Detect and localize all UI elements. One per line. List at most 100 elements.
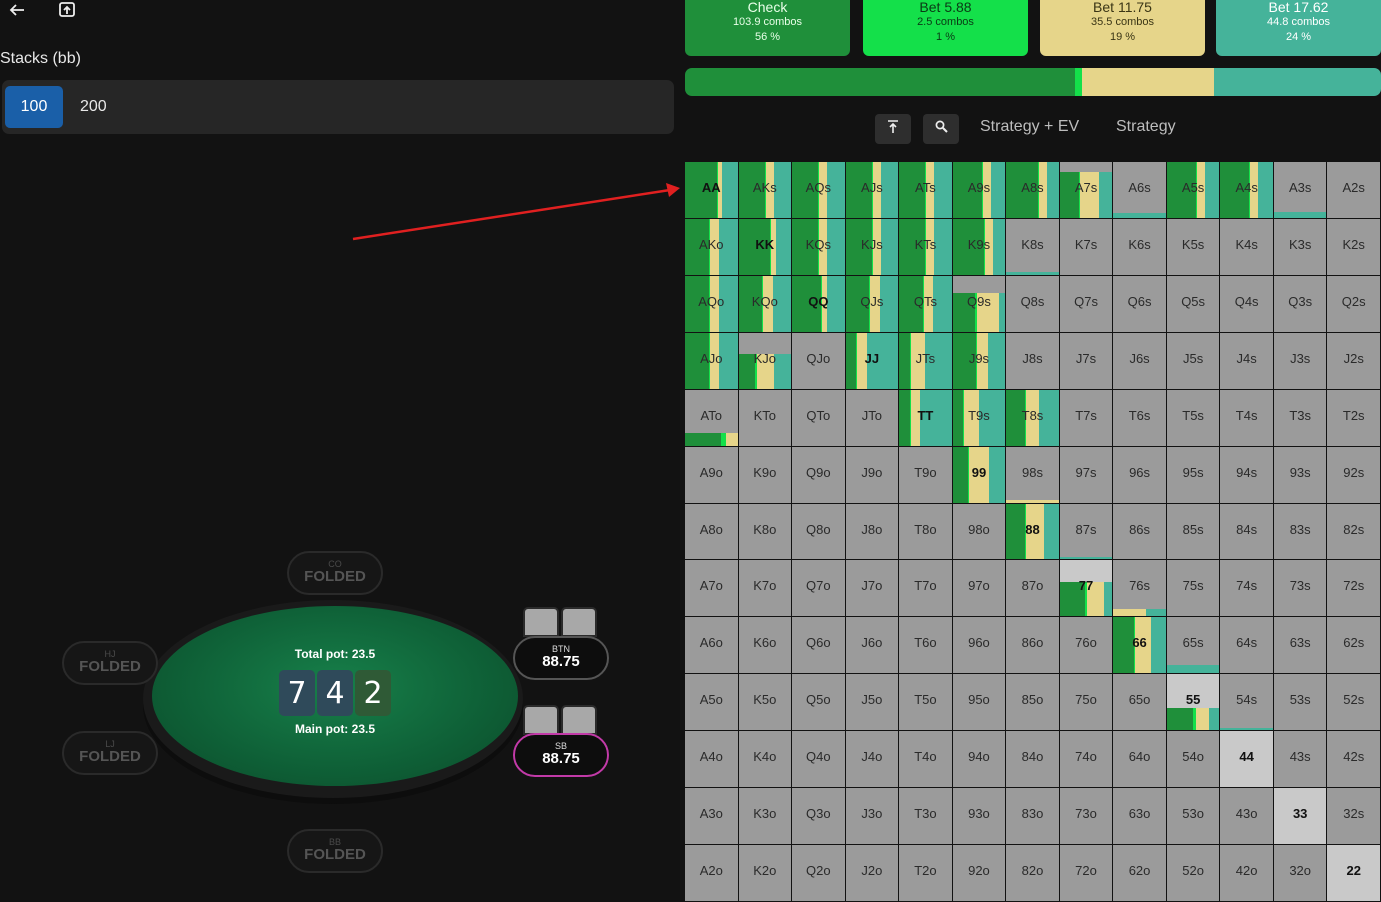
hand-cell-96s[interactable]: 96s — [1113, 446, 1166, 503]
hand-cell-ats[interactable]: ATs — [899, 162, 952, 218]
hand-cell-ajs[interactable]: AJs — [845, 162, 899, 218]
hand-cell-j8s[interactable]: J8s — [1006, 332, 1059, 389]
hand-cell-54s[interactable]: 54s — [1220, 674, 1273, 731]
hand-cell-86s[interactable]: 86s — [1113, 503, 1166, 560]
hand-cell-84o[interactable]: 84o — [1006, 731, 1059, 788]
hand-cell-aks[interactable]: AKs — [738, 162, 792, 218]
hand-cell-75o[interactable]: 75o — [1059, 674, 1113, 731]
hand-cell-k8o[interactable]: K8o — [738, 503, 792, 560]
hand-cell-kjs[interactable]: KJs — [845, 218, 899, 275]
hand-cell-62o[interactable]: 62o — [1113, 845, 1166, 901]
hand-cell-42o[interactable]: 42o — [1220, 845, 1273, 901]
hand-cell-aqo[interactable]: AQo — [685, 275, 738, 332]
hand-cell-k3s[interactable]: K3s — [1273, 218, 1327, 275]
hand-cell-q8s[interactable]: Q8s — [1006, 275, 1059, 332]
hand-cell-64o[interactable]: 64o — [1113, 731, 1166, 788]
hand-cell-k4s[interactable]: K4s — [1220, 218, 1273, 275]
hand-cell-ato[interactable]: ATo — [685, 389, 738, 446]
hand-cell-98s[interactable]: 98s — [1006, 446, 1059, 503]
hand-cell-97o[interactable]: 97o — [952, 560, 1006, 617]
hand-cell-85o[interactable]: 85o — [1006, 674, 1059, 731]
hand-cell-k9o[interactable]: K9o — [738, 446, 792, 503]
hand-cell-93s[interactable]: 93s — [1273, 446, 1327, 503]
hand-cell-a5s[interactable]: A5s — [1166, 162, 1220, 218]
hand-cell-88[interactable]: 88 — [1006, 503, 1059, 560]
hand-cell-22[interactable]: 22 — [1327, 845, 1380, 901]
hand-cell-t8o[interactable]: T8o — [899, 503, 952, 560]
hand-cell-a8o[interactable]: A8o — [685, 503, 738, 560]
hand-cell-k6o[interactable]: K6o — [738, 617, 792, 674]
hand-cell-65o[interactable]: 65o — [1113, 674, 1166, 731]
hand-cell-qjo[interactable]: QJo — [792, 332, 845, 389]
hand-cell-a9s[interactable]: A9s — [952, 162, 1006, 218]
hand-cell-82s[interactable]: 82s — [1327, 503, 1380, 560]
hand-cell-83s[interactable]: 83s — [1273, 503, 1327, 560]
hand-cell-a2o[interactable]: A2o — [685, 845, 738, 901]
seat-sb[interactable]: SB 88.75 — [513, 733, 609, 777]
hand-cell-64s[interactable]: 64s — [1220, 617, 1273, 674]
hand-cell-q3s[interactable]: Q3s — [1273, 275, 1327, 332]
hand-cell-t2s[interactable]: T2s — [1327, 389, 1380, 446]
hand-cell-t6o[interactable]: T6o — [899, 617, 952, 674]
hand-cell-t3o[interactable]: T3o — [899, 788, 952, 845]
hand-cell-53o[interactable]: 53o — [1166, 788, 1220, 845]
hand-cell-q8o[interactable]: Q8o — [792, 503, 845, 560]
hand-cell-t9o[interactable]: T9o — [899, 446, 952, 503]
hand-cell-52s[interactable]: 52s — [1327, 674, 1380, 731]
hand-cell-t4s[interactable]: T4s — [1220, 389, 1273, 446]
hand-cell-a7s[interactable]: A7s — [1059, 162, 1113, 218]
hand-cell-a9o[interactable]: A9o — [685, 446, 738, 503]
hand-cell-55[interactable]: 55 — [1166, 674, 1220, 731]
hand-cell-66[interactable]: 66 — [1113, 617, 1166, 674]
hand-cell-q7o[interactable]: Q7o — [792, 560, 845, 617]
hand-cell-k7s[interactable]: K7s — [1059, 218, 1113, 275]
hand-cell-97s[interactable]: 97s — [1059, 446, 1113, 503]
hand-cell-75s[interactable]: 75s — [1166, 560, 1220, 617]
hand-cell-kto[interactable]: KTo — [738, 389, 792, 446]
hand-cell-t5o[interactable]: T5o — [899, 674, 952, 731]
hand-cell-k7o[interactable]: K7o — [738, 560, 792, 617]
hand-cell-j5s[interactable]: J5s — [1166, 332, 1220, 389]
hand-cell-jto[interactable]: JTo — [845, 389, 899, 446]
hand-cell-98o[interactable]: 98o — [952, 503, 1006, 560]
hand-cell-kjo[interactable]: KJo — [738, 332, 792, 389]
hand-cell-76s[interactable]: 76s — [1113, 560, 1166, 617]
hand-cell-62s[interactable]: 62s — [1327, 617, 1380, 674]
hand-cell-65s[interactable]: 65s — [1166, 617, 1220, 674]
tab-strategy[interactable]: Strategy — [1116, 118, 1176, 136]
hand-cell-q6o[interactable]: Q6o — [792, 617, 845, 674]
hand-cell-q2s[interactable]: Q2s — [1327, 275, 1380, 332]
hand-cell-t9s[interactable]: T9s — [952, 389, 1006, 446]
hand-cell-43s[interactable]: 43s — [1273, 731, 1327, 788]
hand-cell-q5s[interactable]: Q5s — [1166, 275, 1220, 332]
hand-cell-k5o[interactable]: K5o — [738, 674, 792, 731]
hand-cell-42s[interactable]: 42s — [1327, 731, 1380, 788]
hand-cell-j4o[interactable]: J4o — [845, 731, 899, 788]
hand-cell-t7o[interactable]: T7o — [899, 560, 952, 617]
hand-cell-k4o[interactable]: K4o — [738, 731, 792, 788]
hand-cell-aa[interactable]: AA — [685, 162, 738, 218]
hand-cell-j5o[interactable]: J5o — [845, 674, 899, 731]
hand-cell-j3s[interactable]: J3s — [1273, 332, 1327, 389]
hand-cell-a4s[interactable]: A4s — [1220, 162, 1273, 218]
hand-cell-aqs[interactable]: AQs — [792, 162, 845, 218]
hand-cell-t2o[interactable]: T2o — [899, 845, 952, 901]
hand-cell-q9s[interactable]: Q9s — [952, 275, 1006, 332]
hand-cell-j4s[interactable]: J4s — [1220, 332, 1273, 389]
hand-cell-94o[interactable]: 94o — [952, 731, 1006, 788]
hand-cell-ajo[interactable]: AJo — [685, 332, 738, 389]
hand-cell-qts[interactable]: QTs — [899, 275, 952, 332]
hand-cell-j9s[interactable]: J9s — [952, 332, 1006, 389]
hand-cell-j2s[interactable]: J2s — [1327, 332, 1380, 389]
hand-cell-a2s[interactable]: A2s — [1327, 162, 1380, 218]
hand-cell-k6s[interactable]: K6s — [1113, 218, 1166, 275]
hand-cell-96o[interactable]: 96o — [952, 617, 1006, 674]
hand-cell-qto[interactable]: QTo — [792, 389, 845, 446]
hand-cell-q4s[interactable]: Q4s — [1220, 275, 1273, 332]
hand-cell-72o[interactable]: 72o — [1059, 845, 1113, 901]
hand-cell-j2o[interactable]: J2o — [845, 845, 899, 901]
hand-cell-53s[interactable]: 53s — [1273, 674, 1327, 731]
hand-cell-95s[interactable]: 95s — [1166, 446, 1220, 503]
upload-icon[interactable] — [56, 0, 78, 20]
hand-cell-t6s[interactable]: T6s — [1113, 389, 1166, 446]
